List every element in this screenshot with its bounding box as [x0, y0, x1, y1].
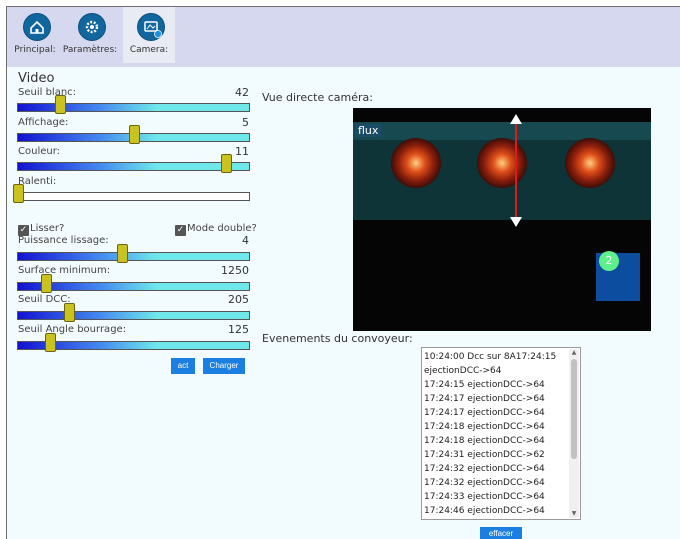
seuil-dcc-value: 205 — [228, 293, 249, 306]
seuil-angle-slider[interactable] — [17, 333, 250, 352]
slider-thumb[interactable] — [128, 125, 140, 144]
camera-feed: flux 2 — [353, 108, 651, 331]
event-item: 17:24:17 ejectionDCC->64 — [424, 394, 545, 404]
tab-bar: Principal: Paramètres: Camera: — [7, 7, 680, 67]
camera-icon — [137, 13, 165, 41]
slider-thumb[interactable] — [54, 95, 66, 114]
event-item: ejectionDCC->64 — [424, 366, 502, 376]
slider-thumb[interactable] — [13, 184, 24, 203]
seuil-dcc-slider[interactable] — [17, 303, 250, 322]
lisser-label: Lisser? — [30, 223, 65, 234]
act-button[interactable]: act — [171, 358, 195, 374]
event-item: 17:24:46 ejectionDCC->64 — [424, 506, 545, 516]
scroll-thumb[interactable] — [571, 359, 577, 459]
event-item: 17:24:33 ejectionDCC->64 — [424, 492, 545, 502]
slider-thumb[interactable] — [45, 333, 57, 352]
charger-button[interactable]: Charger — [203, 358, 245, 374]
event-item: 10:24:00 Dcc sur 8A17:24:15 — [424, 352, 557, 362]
affichage-slider[interactable] — [17, 125, 250, 144]
seuil-angle-label: Seuil Angle bourrage: — [18, 324, 127, 335]
scroll-down-icon[interactable]: ▼ — [570, 510, 578, 518]
event-item: 17:24:17 ejectionDCC->64 — [424, 408, 545, 418]
gear-icon — [78, 13, 106, 41]
effacer-button[interactable]: effacer — [480, 527, 522, 539]
event-item: 17:24:18 ejectionDCC->64 — [424, 422, 545, 432]
puissance-lissage-label: Puissance lissage: — [18, 235, 109, 246]
event-item: 17:24:32 ejectionDCC->64 — [424, 464, 545, 474]
couleur-slider[interactable] — [17, 154, 250, 173]
event-item: 17:24:32 ejectionDCC->64 — [424, 478, 545, 488]
home-icon — [23, 13, 51, 41]
seuil-blanc-slider[interactable] — [17, 95, 250, 114]
events-list[interactable]: 10:24:00 Dcc sur 8A17:24:15 ejectionDCC->… — [421, 347, 581, 520]
events-title: Evenements du convoyeur: — [262, 332, 413, 345]
couleur-value: 11 — [235, 145, 249, 158]
checkmark-icon: ✓ — [175, 225, 186, 236]
surface-minimum-value: 1250 — [221, 264, 249, 277]
tab-camera[interactable]: Camera: — [123, 7, 175, 63]
slider-thumb[interactable] — [63, 303, 75, 322]
seuil-dcc-label: Seuil DCC: — [18, 294, 71, 305]
video-section-title: Video — [18, 71, 55, 86]
events-list-items: 10:24:00 Dcc sur 8A17:24:15 ejectionDCC->… — [424, 350, 566, 518]
slider-thumb[interactable] — [40, 274, 52, 293]
event-item: 17:24:15 ejectionDCC->64 — [424, 380, 545, 390]
tracked-object-id: 2 — [599, 251, 619, 271]
app-window: Principal: Paramètres: Camera: Video Seu… — [6, 6, 680, 539]
surface-minimum-slider[interactable] — [17, 274, 250, 293]
affichage-value: 5 — [242, 116, 249, 129]
couleur-label: Couleur: — [18, 146, 61, 157]
seuil-blanc-label: Seuil blanc: — [18, 87, 77, 98]
tab-parametres-label: Paramètres: — [62, 45, 118, 55]
seuil-blanc-value: 42 — [235, 86, 249, 99]
tab-camera-label: Camera: — [129, 45, 169, 55]
events-scrollbar[interactable]: ▲ ▼ — [569, 349, 579, 518]
event-item: 17:24:31 ejectionDCC->62 — [424, 450, 545, 460]
slider-thumb[interactable] — [220, 154, 232, 173]
surface-minimum-label: Surface minimum: — [18, 265, 111, 276]
seuil-angle-value: 125 — [228, 323, 249, 336]
event-item: 17:24:18 ejectionDCC->64 — [424, 436, 545, 446]
ralenti-slider[interactable] — [13, 184, 250, 203]
puissance-lissage-value: 4 — [242, 234, 249, 247]
affichage-label: Affichage: — [18, 117, 69, 128]
mode-double-label: Mode double? — [187, 223, 257, 234]
tab-parametres[interactable]: Paramètres: — [63, 7, 117, 63]
scroll-up-icon[interactable]: ▲ — [570, 349, 578, 357]
slider-thumb[interactable] — [116, 244, 128, 263]
puissance-lissage-slider[interactable] — [17, 244, 250, 263]
tab-principal[interactable]: Principal: — [9, 7, 61, 63]
camera-view-title: Vue directe caméra: — [262, 91, 373, 104]
